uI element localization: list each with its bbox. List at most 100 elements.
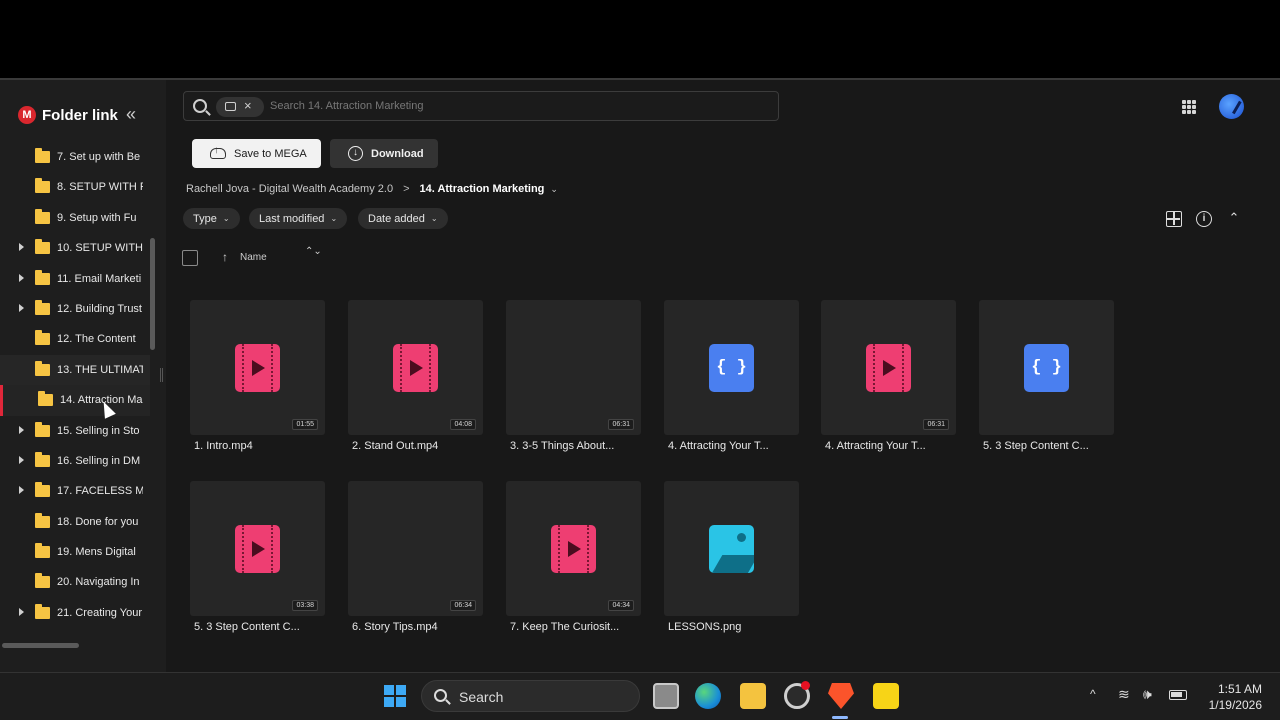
sidebar-folder-item[interactable]: 21. Creating Your bbox=[0, 598, 150, 628]
top-black-bar bbox=[0, 0, 1280, 78]
expand-caret-icon[interactable] bbox=[19, 303, 24, 312]
file-card[interactable]: 06:31 4. Attracting Your T... bbox=[821, 300, 956, 452]
sidebar-vertical-scrollbar[interactable] bbox=[150, 238, 155, 350]
collapse-up-icon[interactable]: ⌃ bbox=[1226, 211, 1242, 227]
folder-scope-chip[interactable]: × bbox=[216, 97, 264, 117]
duration-badge: 01:55 bbox=[292, 419, 318, 430]
sidebar-folder-item[interactable]: 15. Selling in Sto bbox=[0, 416, 150, 446]
file-thumbnail[interactable] bbox=[664, 481, 799, 616]
expand-caret-icon[interactable] bbox=[19, 607, 24, 616]
apps-grid-icon[interactable] bbox=[1182, 100, 1196, 114]
expand-caret-icon[interactable] bbox=[19, 455, 24, 464]
expand-caret-icon[interactable] bbox=[19, 425, 24, 434]
file-thumbnail[interactable]: 04:08 bbox=[348, 300, 483, 435]
sidebar-folder-item[interactable]: 19. Mens Digital bbox=[0, 537, 150, 567]
duration-badge: 06:31 bbox=[608, 419, 634, 430]
sort-toggle-icon[interactable]: ⌃⌄ bbox=[305, 247, 322, 257]
download-button[interactable]: ↓ Download bbox=[330, 139, 438, 168]
file-card[interactable]: { } 5. 3 Step Content C... bbox=[979, 300, 1114, 452]
edge-icon[interactable] bbox=[695, 683, 721, 709]
expand-caret-icon[interactable] bbox=[19, 243, 24, 252]
file-card[interactable]: 03:38 5. 3 Step Content C... bbox=[190, 481, 325, 633]
tray-overflow-icon[interactable]: ^ bbox=[1090, 687, 1096, 701]
sidebar-folder-item[interactable]: 11. Email Marketi bbox=[0, 264, 150, 294]
taskbar-search-label: Search bbox=[459, 689, 504, 705]
chevron-down-icon[interactable]: ⌄ bbox=[550, 184, 558, 195]
taskbar-search[interactable]: Search bbox=[421, 680, 640, 712]
sidebar-folder-item[interactable]: 17. FACELESS MA bbox=[0, 476, 150, 506]
sidebar-folder-item[interactable]: 20. Navigating In bbox=[0, 567, 150, 597]
save-to-mega-button[interactable]: Save to MEGA bbox=[192, 139, 321, 168]
file-explorer-icon[interactable] bbox=[740, 683, 766, 709]
file-thumbnail[interactable]: { } bbox=[664, 300, 799, 435]
grid-view-icon[interactable] bbox=[1166, 211, 1182, 227]
battery-icon[interactable] bbox=[1169, 690, 1187, 700]
search-icon bbox=[193, 99, 207, 113]
sidebar-horizontal-scrollbar[interactable] bbox=[2, 643, 79, 648]
file-card[interactable]: 04:08 2. Stand Out.mp4 bbox=[348, 300, 483, 452]
select-all-checkbox[interactable] bbox=[182, 250, 198, 266]
windows-start-icon[interactable] bbox=[384, 685, 406, 707]
folder-icon bbox=[35, 330, 50, 346]
sidebar-folder-item[interactable]: 8. SETUP WITH F bbox=[0, 172, 150, 202]
collapse-sidebar-icon[interactable]: « bbox=[126, 104, 136, 124]
search-icon bbox=[434, 689, 447, 702]
sidebar-item-label: 15. Selling in Sto bbox=[57, 424, 140, 437]
file-name: 3. 3-5 Things About... bbox=[510, 440, 615, 452]
folder-icon bbox=[35, 421, 50, 437]
sidebar-resize-handle[interactable] bbox=[160, 368, 163, 382]
info-icon[interactable]: i bbox=[1196, 211, 1212, 227]
volume-icon[interactable]: 🕪 bbox=[1143, 686, 1152, 703]
file-thumbnail[interactable]: 01:55 bbox=[190, 300, 325, 435]
folder-icon bbox=[35, 543, 50, 559]
expand-caret-icon[interactable] bbox=[19, 486, 24, 495]
search-input[interactable]: Search 14. Attraction Marketing bbox=[270, 100, 423, 112]
sidebar-folder-item[interactable]: 14. Attraction Ma bbox=[0, 385, 150, 416]
file-card[interactable]: 04:34 7. Keep The Curiosit... bbox=[506, 481, 641, 633]
last-modified-filter[interactable]: Last modified ⌄ bbox=[249, 208, 348, 229]
file-thumbnail[interactable]: 03:38 bbox=[190, 481, 325, 616]
folder-icon bbox=[35, 603, 50, 619]
folder-icon bbox=[35, 208, 50, 224]
wifi-icon[interactable]: ≋ bbox=[1118, 686, 1130, 703]
sticky-notes-icon[interactable] bbox=[873, 683, 899, 709]
file-card[interactable]: { } 4. Attracting Your T... bbox=[664, 300, 799, 452]
sidebar-item-label: 7. Set up with Be bbox=[57, 151, 141, 163]
file-card[interactable]: LESSONS.png bbox=[664, 481, 799, 633]
sidebar-folder-item[interactable]: 18. Done for you bbox=[0, 507, 150, 537]
file-thumbnail[interactable]: 06:31 bbox=[821, 300, 956, 435]
sidebar-folder-item[interactable]: 16. Selling in DM bbox=[0, 446, 150, 476]
breadcrumb-root[interactable]: Rachell Jova - Digital Wealth Academy 2.… bbox=[186, 183, 393, 195]
search-bar[interactable]: × Search 14. Attraction Marketing bbox=[183, 91, 779, 121]
sort-arrow-icon[interactable]: ↑ bbox=[222, 250, 228, 264]
brave-browser-icon[interactable] bbox=[828, 683, 854, 709]
file-name: 4. Attracting Your T... bbox=[825, 440, 926, 452]
sidebar-item-label: 17. FACELESS MA bbox=[57, 485, 143, 498]
type-filter[interactable]: Type ⌄ bbox=[183, 208, 240, 229]
sidebar-folder-item[interactable]: 7. Set up with Be bbox=[0, 142, 150, 172]
sidebar-folder-item[interactable]: 12. Building Trust bbox=[0, 294, 150, 324]
view-controls: i ⌃ bbox=[1166, 211, 1242, 227]
name-column-header[interactable]: Name bbox=[240, 252, 267, 263]
last-modified-filter-label: Last modified bbox=[259, 212, 325, 225]
file-card[interactable]: 06:31 3. 3-5 Things About... bbox=[506, 300, 641, 452]
file-thumbnail[interactable]: 06:34 bbox=[348, 481, 483, 616]
sidebar-folder-item[interactable]: 10. SETUP WITH bbox=[0, 233, 150, 263]
avatar[interactable] bbox=[1219, 94, 1244, 119]
file-thumbnail[interactable]: 06:31 bbox=[506, 300, 641, 435]
file-thumbnail[interactable]: 04:34 bbox=[506, 481, 641, 616]
sidebar-folder-item[interactable]: 13. THE ULTIMAT bbox=[0, 354, 150, 386]
sidebar-folder-item[interactable]: 9. Setup with Fu bbox=[0, 203, 150, 233]
clock-date: 1/19/2026 bbox=[1208, 698, 1262, 712]
file-thumbnail[interactable]: { } bbox=[979, 300, 1114, 435]
file-card[interactable]: 06:34 6. Story Tips.mp4 bbox=[348, 481, 483, 633]
sidebar-folder-item[interactable]: 12. The Content bbox=[0, 324, 150, 354]
file-card[interactable]: 01:55 1. Intro.mp4 bbox=[190, 300, 325, 452]
expand-caret-icon[interactable] bbox=[19, 273, 24, 282]
folder-icon bbox=[35, 299, 50, 315]
close-icon[interactable]: × bbox=[244, 98, 252, 113]
image-file-icon bbox=[709, 525, 754, 573]
task-view-icon[interactable] bbox=[653, 683, 679, 709]
clock[interactable]: 1:51 AM 1/19/2026 bbox=[1200, 681, 1262, 713]
date-added-filter[interactable]: Date added ⌄ bbox=[358, 208, 448, 229]
